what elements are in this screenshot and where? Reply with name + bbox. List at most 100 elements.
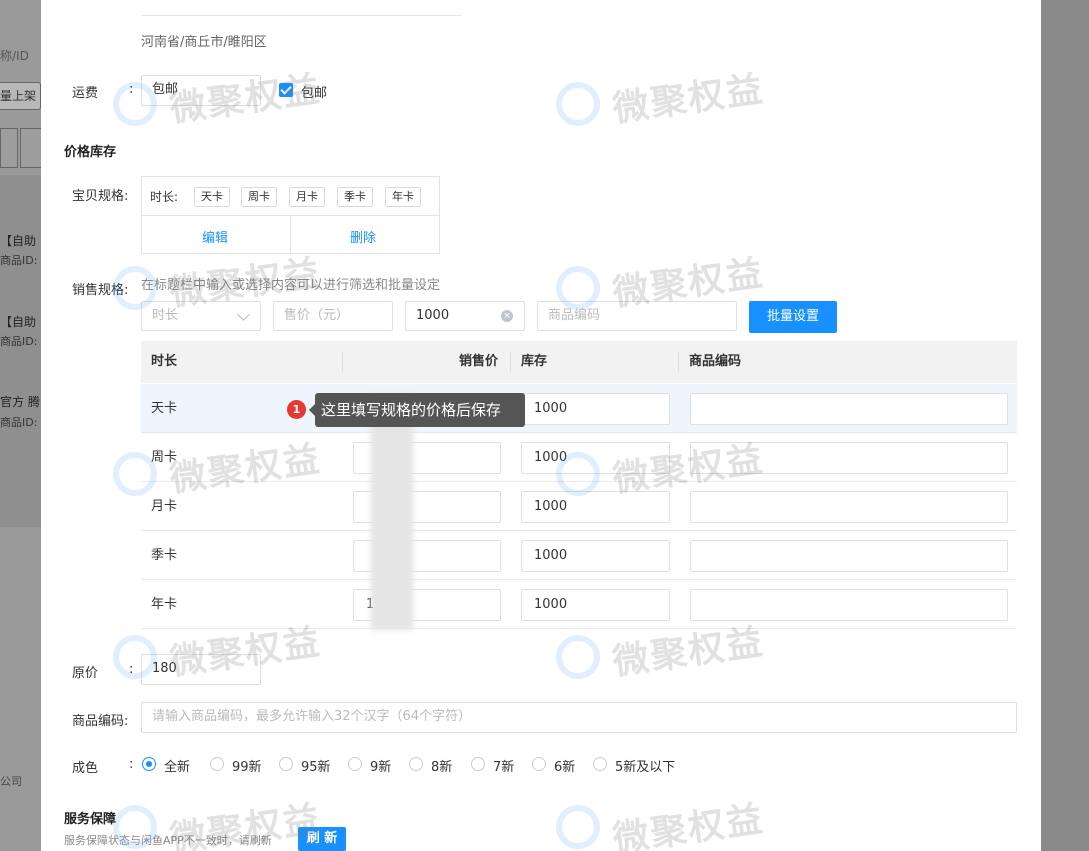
spec-edit-link[interactable]: 编辑 [202, 227, 228, 246]
original-price-colon: : [129, 662, 134, 677]
product-code-input[interactable]: 请输入商品编码，最多允许输入32个汉字（64个字符） [141, 702, 1017, 733]
product-edit-modal: 河南省/商丘市/睢阳区 运费 : 包邮 包邮 价格库存 宝贝规格: 时长: 天卡… [41, 0, 1041, 851]
spec-tag[interactable]: 月卡 [289, 187, 325, 207]
condition-option-label: 全新 [164, 760, 191, 775]
header-separator [678, 352, 679, 372]
sales-spec-hint: 在标题栏中输入或选择内容可以进行筛选和批量设定 [141, 278, 441, 293]
condition-radio[interactable] [210, 757, 224, 771]
stock-input[interactable]: 1000 [521, 540, 670, 572]
condition-option-label: 5新及以下 [615, 760, 676, 775]
spec-delete-link[interactable]: 删除 [350, 227, 376, 246]
condition-option-label: 7新 [493, 760, 515, 775]
product-code-label: 商品编码: [72, 714, 129, 729]
watermark: 微聚权益 [610, 68, 767, 131]
header-duration: 时长 [151, 354, 178, 369]
batch-set-button[interactable]: 批量设置 [749, 301, 837, 333]
background-company: 公司 [0, 775, 22, 788]
divider [141, 15, 461, 16]
code-input[interactable] [690, 589, 1008, 621]
code-input[interactable] [690, 393, 1008, 425]
background-item-title: 官方 腾 [0, 395, 40, 409]
condition-option-label: 95新 [301, 760, 331, 775]
condition-option-label: 6新 [554, 760, 576, 775]
row-duration: 年卡 [151, 597, 178, 612]
condition-option-label: 99新 [232, 760, 262, 775]
code-input[interactable] [690, 540, 1008, 572]
header-separator [510, 352, 511, 372]
spec-group-label: 时长: [150, 190, 179, 204]
condition-colon: : [129, 757, 134, 772]
condition-radio[interactable] [279, 757, 293, 771]
price-stock-title: 价格库存 [64, 145, 117, 160]
spec-tag[interactable]: 年卡 [385, 187, 421, 207]
background-tab [20, 128, 42, 168]
background-tab [0, 128, 18, 168]
guide-tooltip: 这里填写规格的价格后保存 [309, 393, 525, 427]
filter-code-input[interactable]: 商品编码 [537, 301, 737, 331]
original-price-label: 原价 [72, 666, 99, 681]
background-list-band [0, 175, 41, 527]
table-row: 周卡 1000 [141, 433, 1017, 482]
condition-option-label: 8新 [431, 760, 453, 775]
condition-radio[interactable] [593, 757, 607, 771]
table-row: 季卡 1000 [141, 531, 1017, 580]
condition-radio[interactable] [348, 757, 362, 771]
condition-radio[interactable] [471, 757, 485, 771]
clear-icon[interactable]: × [501, 310, 513, 322]
sales-spec-label: 销售规格: [72, 283, 129, 298]
watermark-logo-icon [556, 635, 600, 679]
header-price: 销售价 [459, 354, 499, 369]
original-price-input[interactable]: 180 [141, 654, 261, 685]
background-item-sub: 商品ID: [0, 416, 38, 429]
background-item-sub: 商品ID: [0, 335, 38, 348]
stock-input[interactable]: 1000 [521, 589, 670, 621]
spec-divider [290, 216, 291, 254]
header-stock: 库存 [521, 354, 548, 369]
background-right [1041, 0, 1089, 851]
row-duration: 月卡 [151, 499, 178, 514]
header-code: 商品编码 [689, 354, 742, 369]
background-item-title: 【自助 [0, 315, 37, 329]
condition-radio[interactable] [409, 757, 423, 771]
spec-box: 时长: 天卡 周卡 月卡 季卡 年卡 编辑 删除 [141, 176, 440, 254]
background-bulk-button: 量上架 [0, 82, 41, 110]
code-input[interactable] [690, 491, 1008, 523]
service-title: 服务保障 [64, 812, 117, 827]
service-hint: 服务保障状态与闲鱼APP不一致时，请刷新 [64, 834, 272, 847]
spec-label: 宝贝规格: [72, 189, 129, 204]
condition-radio[interactable] [142, 757, 156, 771]
background-search-input: 称/ID [0, 49, 29, 63]
table-row: 月卡 1000 [141, 482, 1017, 531]
shipping-colon: : [129, 82, 134, 97]
row-duration: 季卡 [151, 548, 178, 563]
spec-tag[interactable]: 周卡 [241, 187, 277, 207]
spec-tag[interactable]: 天卡 [194, 187, 230, 207]
row-duration: 天卡 [151, 401, 178, 416]
free-shipping-label: 包邮 [301, 86, 328, 101]
stock-input[interactable]: 1000 [521, 442, 670, 474]
table-row: 年卡 1 1000 [141, 580, 1017, 629]
watermark: 微聚权益 [610, 798, 767, 851]
condition-radio[interactable] [532, 757, 546, 771]
watermark-logo-icon [556, 805, 600, 849]
spec-tag[interactable]: 季卡 [337, 187, 373, 207]
table-row: 天卡 1000 [141, 384, 1017, 433]
stock-input[interactable]: 1000 [521, 491, 670, 523]
stock-input[interactable]: 1000 [521, 393, 670, 425]
background-item-title: 【自助 [0, 234, 37, 248]
free-shipping-checkbox[interactable] [279, 83, 293, 97]
spec-table-header: 时长 销售价 库存 商品编码 [141, 341, 1017, 383]
watermark-logo-icon [556, 82, 600, 126]
redaction-blur [371, 395, 413, 630]
filter-price-input[interactable]: 售价（元） [273, 301, 393, 331]
condition-label: 成色 [72, 761, 99, 776]
header-separator [342, 352, 343, 372]
condition-option-label: 9新 [370, 760, 392, 775]
refresh-button[interactable]: 刷 新 [298, 827, 346, 851]
address-text: 河南省/商丘市/睢阳区 [141, 35, 267, 50]
code-input[interactable] [690, 442, 1008, 474]
shipping-label: 运费 [72, 86, 99, 101]
step-badge: 1 [287, 400, 306, 419]
shipping-input[interactable]: 包邮 [141, 75, 261, 106]
row-duration: 周卡 [151, 450, 178, 465]
